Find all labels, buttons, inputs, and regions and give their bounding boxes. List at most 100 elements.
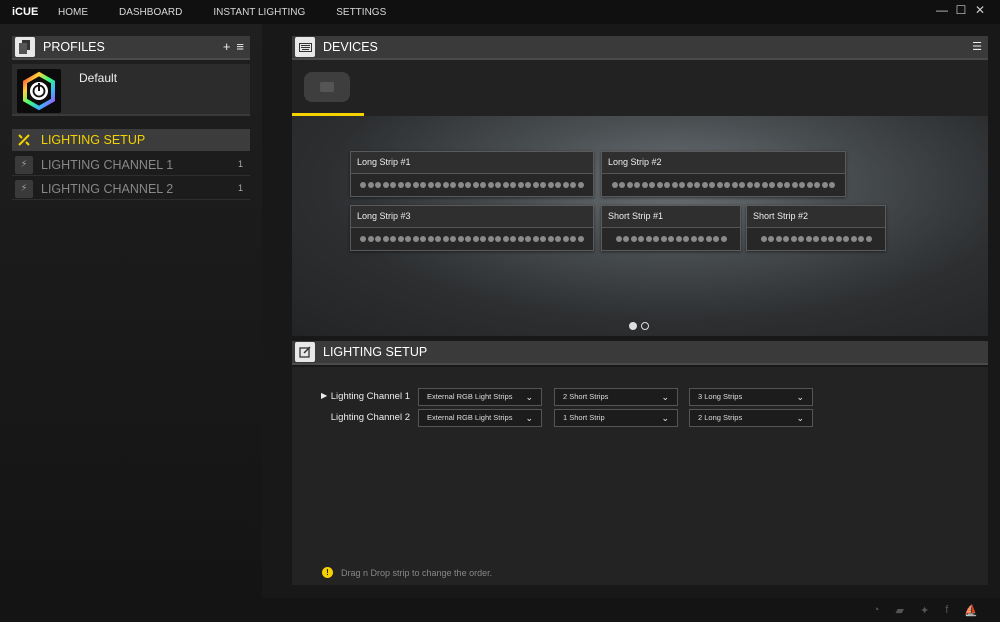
add-profile-button[interactable]: +	[223, 39, 231, 54]
led-dot	[814, 182, 821, 188]
led-dot	[739, 182, 746, 188]
led-dot	[562, 182, 569, 188]
led-dot	[791, 182, 798, 188]
led-dot	[487, 182, 494, 188]
devices-area: Long Strip #1 Long Strip #2 Long Strip #…	[292, 60, 988, 336]
minimize-button[interactable]: —	[936, 3, 948, 17]
led-dot	[427, 236, 434, 242]
long-strips-select[interactable]: 2 Long Strips ⌄	[689, 409, 813, 427]
led-dot	[457, 236, 464, 242]
channel-config-row: Lighting Channel 2 External RGB Light St…	[292, 409, 988, 427]
led-dot	[487, 236, 494, 242]
led-dot	[671, 182, 678, 188]
led-dot	[517, 236, 524, 242]
led-dot	[821, 182, 828, 188]
led-dot	[645, 236, 652, 242]
nav-dashboard[interactable]: DASHBOARD	[119, 7, 182, 18]
long-strips-select[interactable]: 3 Long Strips ⌄	[689, 388, 813, 406]
led-dot	[435, 236, 442, 242]
strip-leds	[351, 228, 593, 250]
strip-card[interactable]: Short Strip #2	[746, 205, 886, 251]
strip-leds	[747, 228, 885, 250]
profile-card-default[interactable]: Default	[12, 64, 250, 116]
led-dot	[690, 236, 697, 242]
maximize-button[interactable]: ☐	[955, 3, 967, 17]
app-brand: iCUE	[12, 6, 39, 18]
nav-instant-lighting[interactable]: INSTANT LIGHTING	[213, 7, 305, 18]
led-dot	[679, 182, 686, 188]
led-dot	[664, 182, 671, 188]
channel-config-row: ▶ Lighting Channel 1 External RGB Light …	[292, 388, 988, 406]
led-dot	[382, 182, 389, 188]
led-dot	[570, 182, 577, 188]
led-dot	[619, 182, 626, 188]
led-dot	[798, 236, 804, 242]
sidebar-item-lighting-setup[interactable]: LIGHTING SETUP	[12, 129, 250, 151]
gauge-icon[interactable]: ◔	[873, 604, 880, 617]
led-dot	[547, 236, 554, 242]
led-dot	[457, 182, 464, 188]
strip-card[interactable]: Long Strip #1	[350, 151, 594, 197]
device-tab-bar	[292, 60, 988, 116]
page-dot-2[interactable]	[641, 322, 649, 330]
select-value: 3 Long Strips	[698, 392, 743, 401]
corsair-logo-icon[interactable]: ⛵	[964, 604, 978, 617]
bottom-bar: ◔ ▰ ✦ f ⛵	[0, 598, 1000, 622]
devices-menu-icon[interactable]: ☰	[972, 40, 982, 53]
facebook-icon[interactable]: f	[945, 604, 948, 617]
led-dot	[525, 236, 532, 242]
led-dot	[675, 236, 682, 242]
led-dot	[540, 182, 547, 188]
expand-arrow-icon[interactable]: ▶	[321, 391, 327, 400]
strip-card[interactable]: Long Strip #3	[350, 205, 594, 251]
led-dot	[784, 182, 791, 188]
chat-icon[interactable]: ▰	[896, 604, 904, 617]
select-value: External RGB Light Strips	[427, 413, 513, 422]
page-dot-1[interactable]	[629, 322, 637, 330]
chevron-down-icon: ⌄	[796, 392, 804, 402]
led-dot	[754, 182, 761, 188]
short-strips-select[interactable]: 2 Short Strips ⌄	[554, 388, 678, 406]
led-dot	[775, 236, 782, 242]
nav-home[interactable]: HOME	[58, 7, 88, 18]
led-dot	[360, 182, 367, 188]
strip-type-select[interactable]: External RGB Light Strips ⌄	[418, 388, 542, 406]
led-dot	[686, 182, 693, 188]
sidebar-item-label: LIGHTING CHANNEL 1	[41, 157, 174, 172]
led-dot	[397, 236, 404, 242]
strip-leds	[602, 228, 740, 250]
left-panel: PROFILES + ≡ Default LIGHTING SETUP ⚡ LI…	[0, 24, 262, 598]
strip-card[interactable]: Long Strip #2	[601, 151, 846, 197]
led-dot	[517, 182, 524, 188]
led-dot	[442, 236, 449, 242]
led-dot	[641, 182, 648, 188]
led-dot	[828, 236, 834, 242]
strip-card[interactable]: Short Strip #1	[601, 205, 741, 251]
short-strips-select[interactable]: 1 Short Strip ⌄	[554, 409, 678, 427]
led-dot	[843, 236, 849, 242]
strip-type-select[interactable]: External RGB Light Strips ⌄	[418, 409, 542, 427]
close-button[interactable]: ✕	[974, 3, 986, 17]
lightning-icon: ⚡	[15, 179, 33, 198]
led-dot	[760, 236, 767, 242]
sidebar-item-lighting-channel-1[interactable]: ⚡ LIGHTING CHANNEL 1 1	[12, 154, 250, 176]
led-dot	[701, 182, 708, 188]
nav-settings[interactable]: SETTINGS	[336, 7, 386, 18]
profile-name: Default	[79, 71, 118, 85]
sidebar-item-lighting-channel-2[interactable]: ⚡ LIGHTING CHANNEL 2 1	[12, 178, 250, 200]
keyboard-icon	[295, 37, 315, 57]
twitter-icon[interactable]: ✦	[920, 604, 929, 617]
profiles-menu-button[interactable]: ≡	[236, 39, 244, 54]
led-dot	[790, 236, 797, 242]
led-dot	[716, 182, 723, 188]
strip-name: Long Strip #1	[351, 152, 593, 174]
device-tab-lighting-node[interactable]	[292, 60, 364, 116]
strip-name: Short Strip #2	[747, 206, 885, 228]
led-dot	[405, 182, 412, 188]
strip-name: Long Strip #3	[351, 206, 593, 228]
devices-header: DEVICES ☰	[292, 36, 988, 60]
lighting-setup-header: LIGHTING SETUP	[292, 341, 988, 365]
led-dot	[638, 236, 644, 242]
led-dot	[806, 182, 813, 188]
led-dot	[465, 236, 472, 242]
